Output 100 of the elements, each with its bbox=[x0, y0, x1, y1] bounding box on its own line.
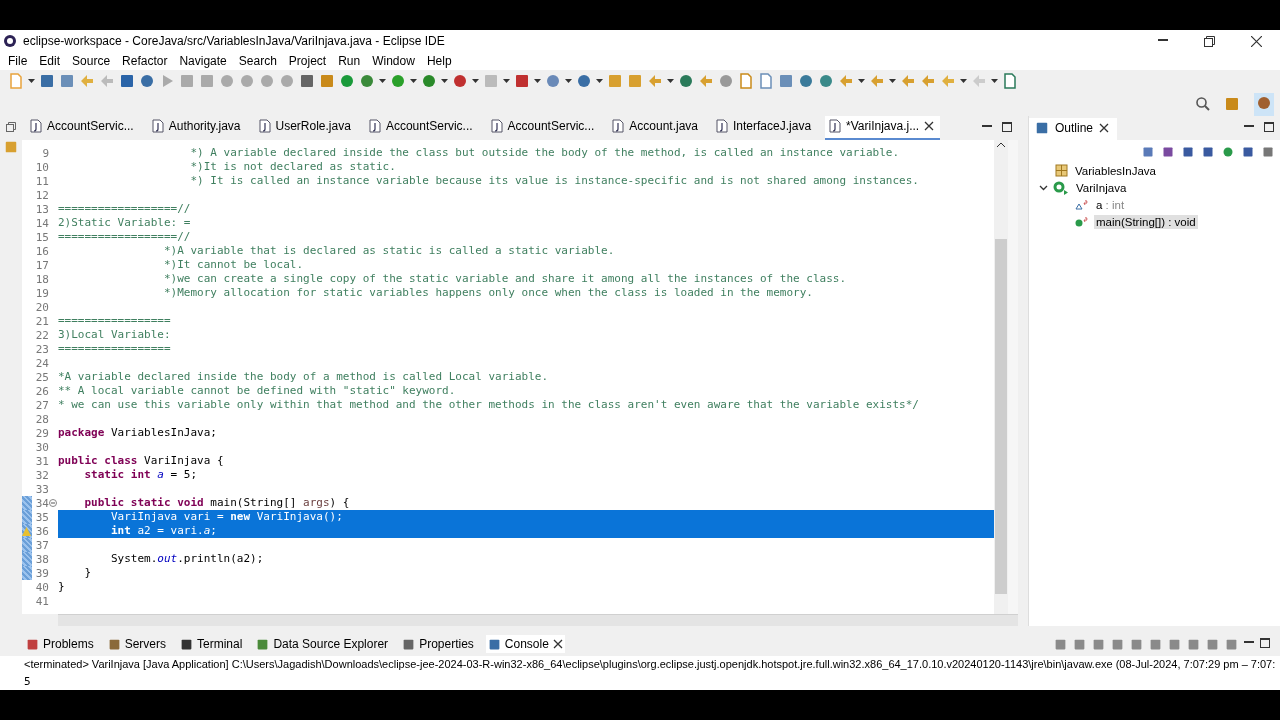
panel-tab[interactable]: Problems bbox=[24, 635, 96, 653]
dropdown-caret-icon[interactable] bbox=[960, 79, 967, 83]
restore-icon[interactable] bbox=[1204, 35, 1215, 47]
dropdown-caret-icon[interactable] bbox=[503, 79, 510, 83]
page-icon[interactable] bbox=[758, 73, 774, 89]
line-number: 10 bbox=[34, 160, 49, 174]
maximize-icon[interactable] bbox=[1002, 122, 1012, 132]
java-file-icon bbox=[258, 119, 271, 133]
code-line: ==================// bbox=[58, 202, 192, 216]
console-output: 5 bbox=[24, 674, 32, 690]
dropdown-caret-icon[interactable] bbox=[379, 79, 386, 83]
code-line: *) A variable declared inside the class but outside the body of the method, is called an instance variable. bbox=[189, 146, 901, 160]
dropdown-caret-icon[interactable] bbox=[410, 79, 417, 83]
java-file-icon bbox=[612, 119, 625, 133]
code-line: *)It cannot be local. bbox=[162, 258, 305, 272]
line-number: 23 bbox=[34, 342, 49, 356]
editor-tab[interactable]: UserRole.java bbox=[254, 116, 363, 140]
horizontal-scrollbar[interactable] bbox=[58, 614, 1018, 626]
window-title: eclipse-workspace - CoreJava/src/VariablesInJava/VariInjava.java - Eclipse IDE bbox=[23, 34, 446, 48]
outline-item[interactable]: main(String[]) : void bbox=[1094, 214, 1198, 229]
menu-item[interactable]: Navigate bbox=[173, 54, 233, 68]
code-line: } bbox=[83, 566, 93, 580]
java-file-icon bbox=[716, 119, 728, 133]
dropdown-caret-icon[interactable] bbox=[889, 79, 896, 83]
line-number: 22 bbox=[34, 328, 49, 342]
code-line: *)Memory allocation for static variables happens only once when the class is loaded in the memory. bbox=[162, 286, 814, 300]
editor-tab[interactable]: Authority.java bbox=[147, 116, 253, 140]
panel-tab[interactable]: Terminal bbox=[178, 635, 245, 653]
line-number: 31 bbox=[34, 454, 49, 468]
maximize-icon[interactable] bbox=[1264, 122, 1274, 132]
line-number: 27 bbox=[34, 398, 49, 412]
line-number: 35 bbox=[34, 510, 49, 524]
java-file-icon bbox=[30, 119, 42, 133]
code-line: public class VariInjava { bbox=[58, 454, 225, 468]
outline-item[interactable]: VariablesInJava bbox=[1073, 163, 1158, 178]
line-number: 16 bbox=[34, 244, 49, 258]
menu-item[interactable]: Source bbox=[66, 54, 117, 68]
app-icon bbox=[3, 34, 17, 48]
editor-tab[interactable]: InterfaceJ.java bbox=[712, 116, 824, 140]
menu-item[interactable]: Refactor bbox=[116, 54, 174, 68]
java-file-icon bbox=[151, 119, 164, 133]
outline-item[interactable]: VariInjava bbox=[1074, 180, 1129, 195]
scroll-up-icon[interactable] bbox=[997, 142, 1005, 147]
line-number: 17 bbox=[34, 258, 49, 272]
collapse-icon[interactable] bbox=[49, 499, 57, 507]
code-editor[interactable] bbox=[22, 140, 1018, 614]
dropdown-caret-icon[interactable] bbox=[565, 79, 572, 83]
line-number: 20 bbox=[34, 300, 49, 314]
menu-item[interactable]: File bbox=[2, 54, 34, 68]
close-icon[interactable] bbox=[1099, 123, 1110, 133]
perspective-button[interactable] bbox=[1254, 92, 1274, 116]
package-icon bbox=[1055, 164, 1068, 177]
code-line: ** A local variable cannot be defined with "static" keyword. bbox=[58, 384, 457, 398]
dropdown-caret-icon[interactable] bbox=[472, 79, 479, 83]
field-icon bbox=[1075, 199, 1089, 210]
editor-tab[interactable]: *VariInjava.j... bbox=[825, 116, 941, 140]
dropdown-caret-icon[interactable] bbox=[667, 79, 674, 83]
outline-tab[interactable]: Outline bbox=[1029, 118, 1118, 140]
doc-icon[interactable] bbox=[738, 73, 754, 89]
editor-tab[interactable]: Account.java bbox=[608, 116, 710, 140]
close-icon[interactable] bbox=[1251, 35, 1262, 47]
dropdown-caret-icon[interactable] bbox=[596, 79, 603, 83]
editor-tab[interactable]: AccountServic... bbox=[26, 116, 146, 140]
menu-item[interactable]: Help bbox=[420, 54, 458, 68]
menu-item[interactable]: Search bbox=[232, 54, 283, 68]
vertical-scrollbar[interactable] bbox=[994, 140, 1008, 614]
menu-item[interactable]: Run bbox=[332, 54, 367, 68]
line-number: 9 bbox=[41, 146, 49, 160]
menu-item[interactable]: Edit bbox=[33, 54, 67, 68]
menu-item[interactable]: Window bbox=[366, 54, 421, 68]
panel-tab[interactable]: Servers bbox=[105, 635, 169, 653]
method-icon bbox=[1075, 216, 1089, 227]
dropdown-caret-icon[interactable] bbox=[28, 79, 35, 83]
chevron-icon[interactable] bbox=[1039, 183, 1048, 192]
editor-tab[interactable]: AccountServic... bbox=[486, 116, 607, 140]
code-line: ================= bbox=[58, 342, 172, 356]
outline-item[interactable]: a : int bbox=[1094, 197, 1127, 212]
panel-tab[interactable]: Data Source Explorer bbox=[254, 635, 391, 653]
scrollbar-thumb[interactable] bbox=[995, 239, 1007, 594]
line-number: 24 bbox=[34, 356, 49, 370]
dropdown-caret-icon[interactable] bbox=[858, 79, 865, 83]
maximize-icon[interactable] bbox=[1260, 637, 1270, 648]
line-number: 33 bbox=[34, 482, 49, 496]
menu-item[interactable]: Project bbox=[282, 54, 333, 68]
line-number: 38 bbox=[34, 552, 49, 566]
line-number: 29 bbox=[34, 426, 49, 440]
code-line: * we can use this variable only within that method and the other methods in the class aren't even aware that the variable exists*/ bbox=[58, 398, 920, 412]
close-icon[interactable] bbox=[552, 639, 563, 649]
code-line: public static void main(String[] args) { bbox=[83, 496, 351, 510]
code-line: } bbox=[58, 580, 66, 594]
panel-tab[interactable]: Console bbox=[485, 635, 565, 653]
line-number: 14 bbox=[34, 216, 49, 230]
panel-tab[interactable]: Properties bbox=[400, 635, 476, 653]
dropdown-caret-icon[interactable] bbox=[441, 79, 448, 83]
code-line: *A variable declared inside the body of a method is called Local variable. bbox=[58, 370, 550, 384]
dropdown-caret-icon[interactable] bbox=[534, 79, 541, 83]
outline-icon[interactable] bbox=[1035, 121, 1049, 135]
editor-tab[interactable]: AccountServic... bbox=[364, 116, 485, 140]
close-icon[interactable] bbox=[924, 121, 935, 131]
dropdown-caret-icon[interactable] bbox=[991, 79, 998, 83]
